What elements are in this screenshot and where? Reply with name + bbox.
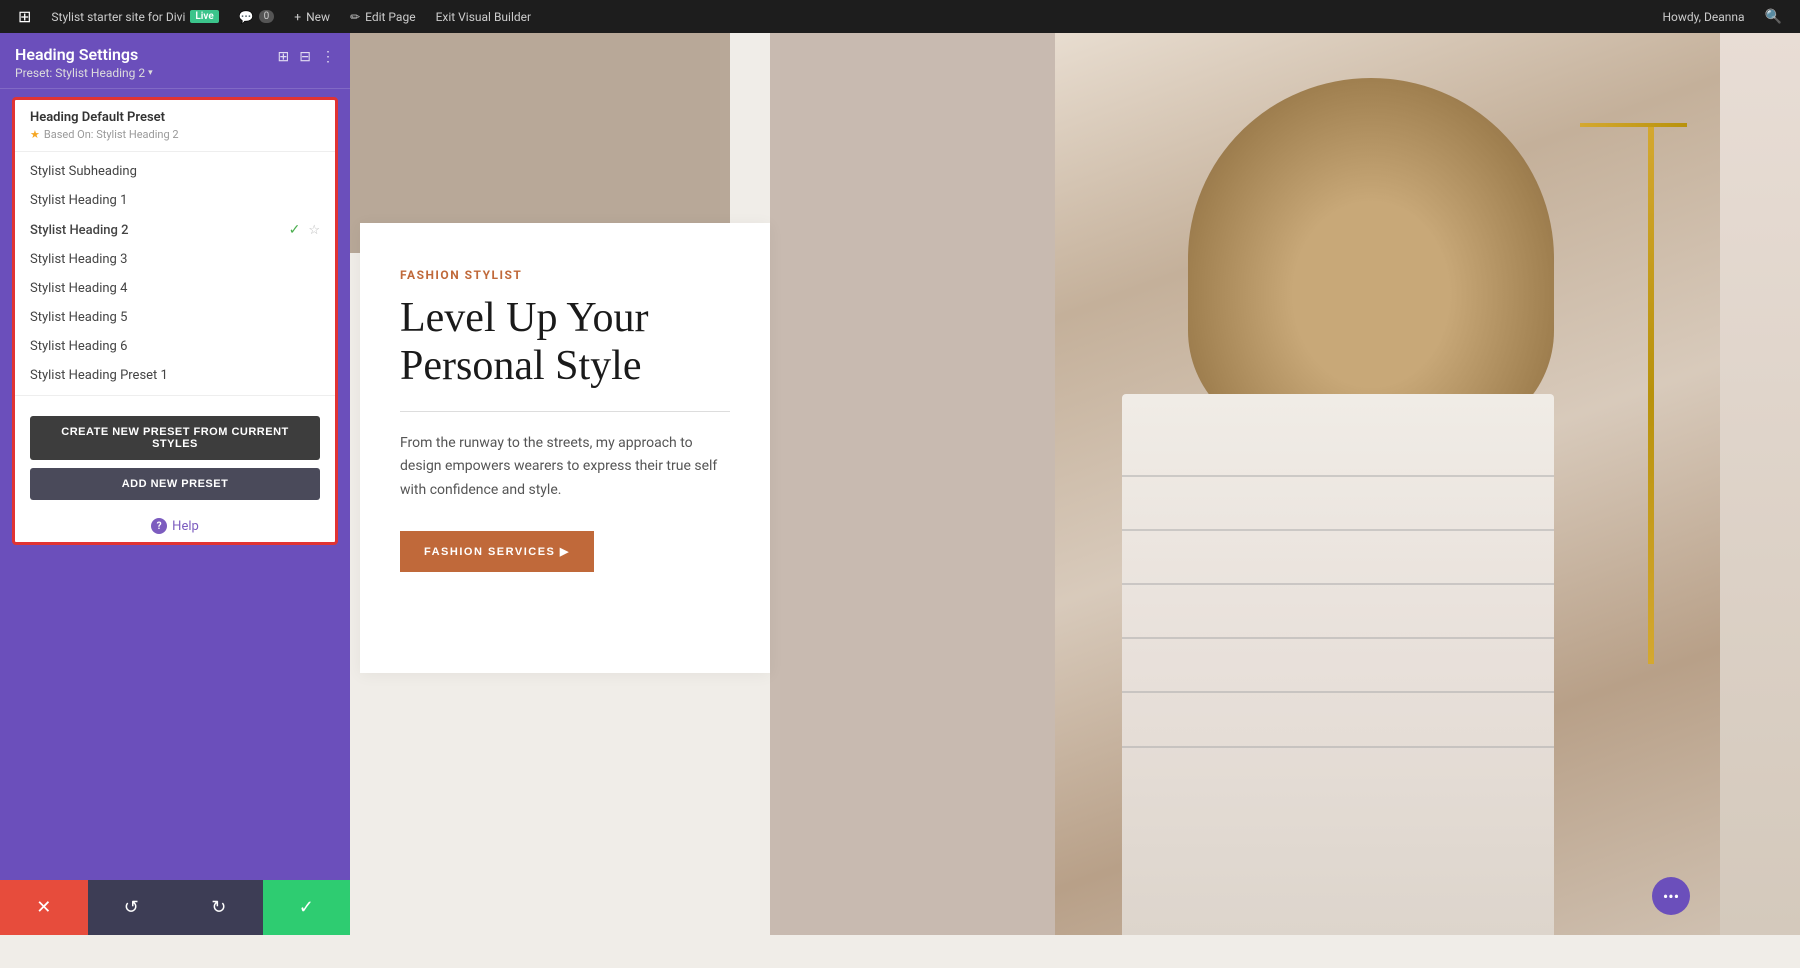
- preset-based-on: ★ Based On: Stylist Heading 2: [30, 128, 320, 141]
- fashion-cta-button[interactable]: FASHION SERVICES ▶: [400, 531, 594, 572]
- three-dots-icon: •••: [1663, 887, 1679, 906]
- star-outline-icon[interactable]: ☆: [308, 223, 320, 238]
- fashion-heading: Level Up Your Personal Style: [400, 294, 730, 391]
- taupe-background: [350, 33, 730, 253]
- edit-page-label: Edit Page: [365, 10, 415, 24]
- create-preset-button[interactable]: CREATE NEW PRESET FROM CURRENT STYLES: [30, 416, 320, 460]
- content-left: FASHION STYLIST Level Up Your Personal S…: [350, 33, 770, 935]
- new-label: New: [306, 10, 330, 24]
- heading-line2: Personal Style: [400, 343, 641, 389]
- exit-label: Exit Visual Builder: [436, 10, 532, 24]
- main-image-area: •••: [770, 33, 1720, 935]
- close-button[interactable]: ✕: [0, 880, 88, 935]
- preset-item-actions: ✓ ☆: [289, 222, 320, 238]
- preset-name: Stylist Heading 4: [30, 281, 127, 296]
- edit-icon: ✏: [350, 10, 360, 24]
- heading-settings-panel: Heading Settings Preset: Stylist Heading…: [0, 33, 350, 935]
- list-item[interactable]: Stylist Heading 3: [15, 245, 335, 274]
- based-on-text: Based On: Stylist Heading 2: [44, 128, 179, 141]
- shirt-decoration: [1122, 394, 1554, 935]
- preset-name: Stylist Subheading: [30, 164, 137, 179]
- wp-admin-bar: ⊞ Stylist starter site for Divi Live 💬 0…: [0, 0, 1800, 33]
- preset-text: Preset: Stylist Heading 2: [15, 66, 145, 80]
- fashion-body-text: From the runway to the streets, my appro…: [400, 432, 730, 503]
- model-image-area: [1055, 33, 1720, 935]
- help-icon: ?: [151, 518, 167, 534]
- preset-buttons: CREATE NEW PRESET FROM CURRENT STYLES AD…: [15, 406, 335, 510]
- white-card: FASHION STYLIST Level Up Your Personal S…: [360, 223, 770, 673]
- plus-icon: +: [294, 10, 301, 24]
- live-badge: Live: [190, 10, 218, 23]
- check-icon: ✓: [289, 222, 301, 238]
- star-icon: ★: [30, 128, 40, 141]
- redo-icon: ↻: [211, 897, 226, 918]
- preset-name: Stylist Heading 5: [30, 310, 127, 325]
- right-edge: [1720, 33, 1800, 935]
- list-item[interactable]: Stylist Heading 4: [15, 274, 335, 303]
- help-section[interactable]: ? Help: [15, 510, 335, 542]
- user-greeting-item: Howdy, Deanna: [1652, 0, 1754, 33]
- panel-more-icon[interactable]: ⋮: [321, 49, 335, 65]
- undo-button[interactable]: ↺: [88, 880, 176, 935]
- save-icon: ✓: [299, 897, 314, 918]
- panel-header: Heading Settings Preset: Stylist Heading…: [0, 33, 350, 89]
- main-content-area: FASHION STYLIST Level Up Your Personal S…: [350, 33, 1800, 935]
- rack-bar-decoration: [1580, 123, 1686, 127]
- help-label: Help: [172, 519, 199, 534]
- divider: [15, 395, 335, 396]
- fashion-label: FASHION STYLIST: [400, 268, 730, 282]
- list-item[interactable]: Stylist Heading 6: [15, 332, 335, 361]
- site-content: FASHION STYLIST Level Up Your Personal S…: [350, 33, 1800, 935]
- heading-line1: Level Up Your: [400, 295, 649, 341]
- wp-logo-icon: ⊞: [18, 7, 31, 26]
- content-right: •••: [770, 33, 1800, 935]
- list-item[interactable]: Stylist Heading 1: [15, 186, 335, 215]
- site-name-item[interactable]: Stylist starter site for Divi Live: [41, 0, 228, 33]
- right-edge-content: [1720, 33, 1800, 935]
- list-item[interactable]: Stylist Subheading: [15, 157, 335, 186]
- comment-count: 0: [259, 10, 275, 23]
- wp-bar-right: Howdy, Deanna 🔍: [1652, 0, 1792, 33]
- bg-taupe-strip: [770, 33, 1103, 935]
- redo-button[interactable]: ↻: [175, 880, 263, 935]
- list-item-active[interactable]: Stylist Heading 2 ✓ ☆: [15, 215, 335, 245]
- new-item[interactable]: + New: [284, 0, 340, 33]
- preset-list: Stylist Subheading Stylist Heading 1 Sty…: [15, 152, 335, 406]
- preset-default-name: Heading Default Preset: [30, 110, 320, 125]
- panel-title: Heading Settings: [15, 45, 153, 64]
- preset-name: Stylist Heading 6: [30, 339, 127, 354]
- hat-decoration: [1188, 78, 1554, 439]
- exit-builder-item[interactable]: Exit Visual Builder: [426, 0, 542, 33]
- list-item[interactable]: Stylist Heading Preset 1: [15, 361, 335, 390]
- site-name-text: Stylist starter site for Divi: [51, 10, 185, 24]
- wp-logo-item[interactable]: ⊞: [8, 0, 41, 33]
- panel-focus-icon[interactable]: ⊞: [278, 49, 290, 65]
- close-icon: ✕: [36, 897, 51, 918]
- chevron-down-icon: ▾: [148, 68, 153, 78]
- panel-preset-label[interactable]: Preset: Stylist Heading 2 ▾: [15, 66, 153, 80]
- bottom-toolbar: ✕ ↺ ↻ ✓: [0, 880, 350, 935]
- preset-name: Stylist Heading 1: [30, 193, 127, 208]
- panel-resize-icon[interactable]: ⊟: [299, 49, 311, 65]
- preset-name: Stylist Heading Preset 1: [30, 368, 168, 383]
- edit-page-item[interactable]: ✏ Edit Page: [340, 0, 426, 33]
- comments-item[interactable]: 💬 0: [229, 0, 285, 33]
- user-greeting-text: Howdy, Deanna: [1662, 10, 1744, 24]
- rack-decoration: [1648, 123, 1654, 664]
- comment-icon: 💬: [239, 10, 254, 24]
- search-button[interactable]: 🔍: [1755, 9, 1792, 25]
- preset-name: Stylist Heading 3: [30, 252, 127, 267]
- save-button[interactable]: ✓: [263, 880, 351, 935]
- three-dots-button[interactable]: •••: [1652, 877, 1690, 915]
- preset-dropdown: Heading Default Preset ★ Based On: Styli…: [12, 97, 338, 545]
- preset-name: Stylist Heading 2: [30, 223, 129, 238]
- list-item[interactable]: Stylist Heading 5: [15, 303, 335, 332]
- undo-icon: ↺: [124, 897, 139, 918]
- fashion-divider: [400, 411, 730, 412]
- add-preset-button[interactable]: ADD NEW PRESET: [30, 468, 320, 500]
- preset-default-section: Heading Default Preset ★ Based On: Styli…: [15, 100, 335, 152]
